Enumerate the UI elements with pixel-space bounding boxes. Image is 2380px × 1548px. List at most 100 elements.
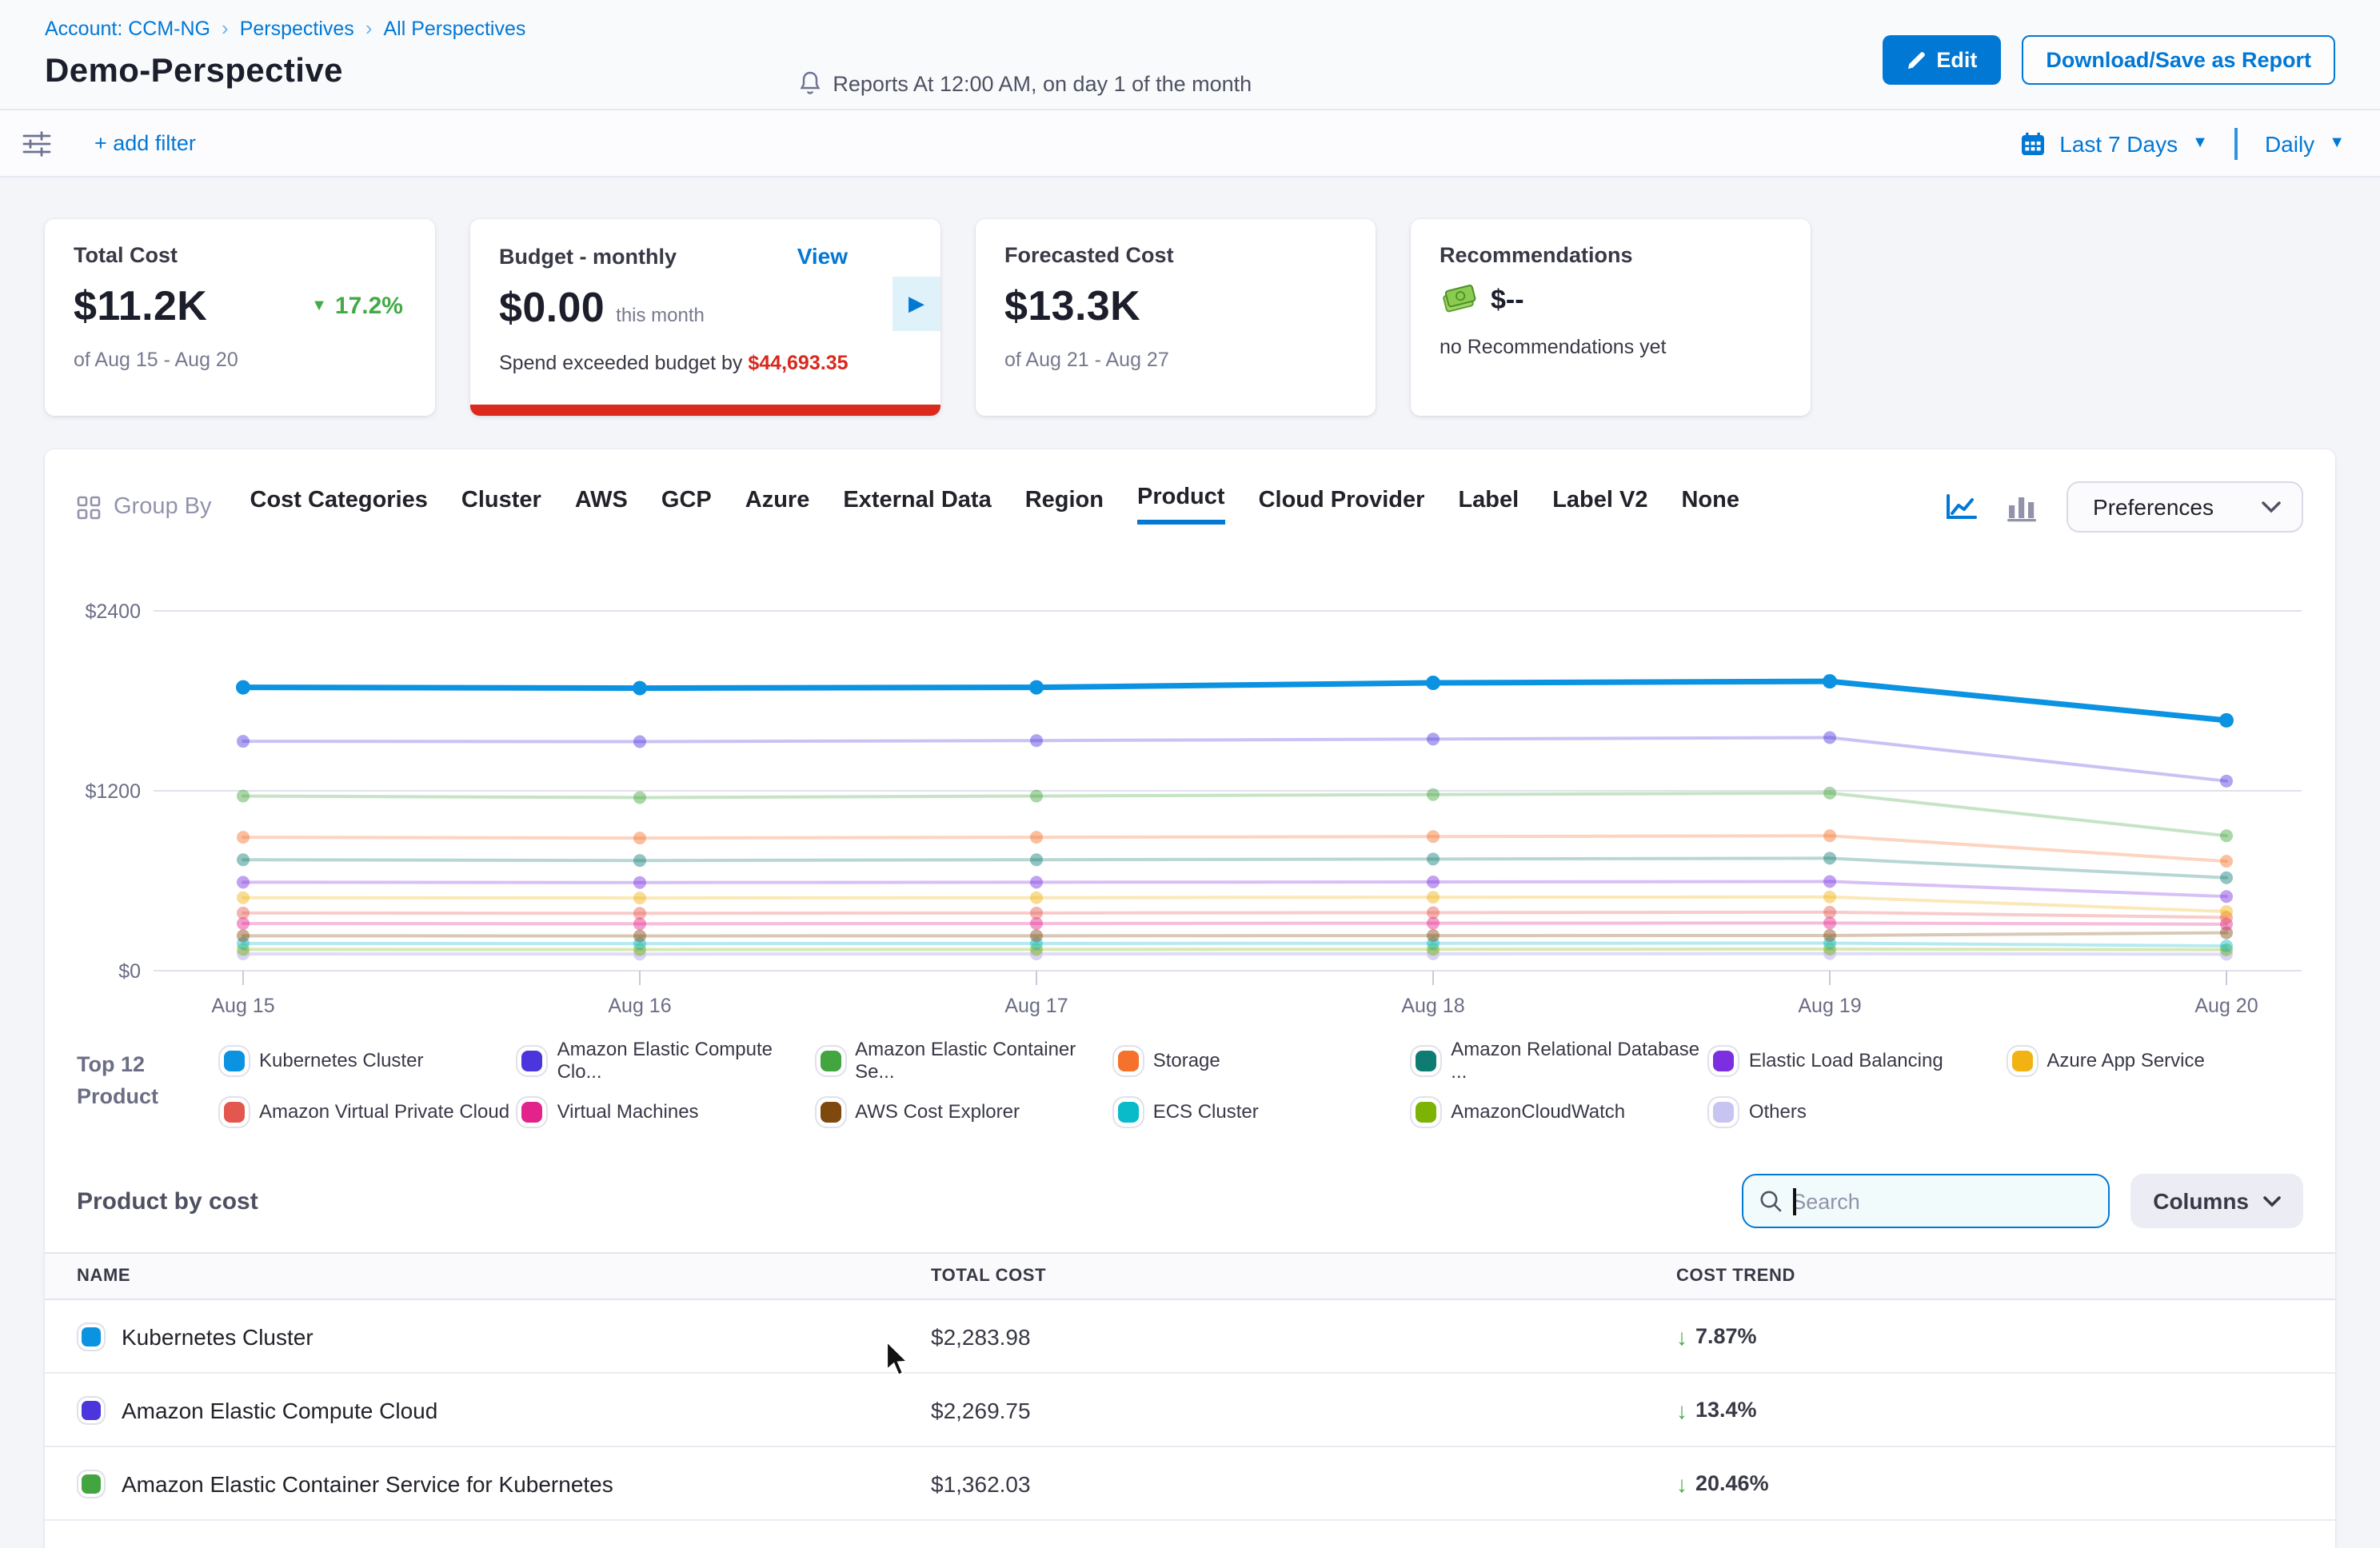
preferences-button[interactable]: Preferences [2066, 481, 2303, 533]
series-point[interactable] [1030, 907, 1043, 920]
budget-expand-button[interactable]: ▶ [892, 277, 940, 331]
series-point[interactable] [1823, 674, 1837, 688]
series-point[interactable] [237, 831, 250, 844]
column-header-cost-trend[interactable]: COST TREND [1644, 1267, 2335, 1286]
series-point[interactable] [2220, 855, 2233, 868]
column-header-total-cost[interactable]: TOTAL COST [899, 1267, 1644, 1286]
series-point[interactable] [2219, 713, 2234, 728]
breadcrumb-account[interactable]: Account: CCM-NG [45, 17, 210, 39]
series-point[interactable] [633, 736, 646, 748]
cost-trend-chart[interactable]: $0$1200$2400Aug 15Aug 16Aug 17Aug 18Aug … [77, 539, 2303, 1019]
series-point[interactable] [2220, 905, 2233, 918]
series-point[interactable] [633, 907, 646, 920]
granularity-selector[interactable]: Daily [2265, 130, 2314, 156]
series-point[interactable] [237, 907, 250, 920]
tab-cloud-provider[interactable]: Cloud Provider [1259, 487, 1425, 527]
tab-aws[interactable]: AWS [575, 487, 628, 527]
series-point[interactable] [1030, 876, 1043, 888]
line-chart-toggle-icon[interactable] [1944, 492, 1978, 522]
legend-item-ecs-cluster[interactable]: ECS Cluster [1112, 1100, 1410, 1123]
column-header-name[interactable]: NAME [45, 1267, 899, 1286]
chevron-down-icon[interactable]: ▼ [2192, 134, 2208, 152]
table-row[interactable]: Amazon Elastic Compute Cloud$2,269.75↓13… [45, 1374, 2335, 1447]
legend-item-amazon-virtual-private-cloud[interactable]: Amazon Virtual Private Cloud [218, 1100, 516, 1123]
tab-product[interactable]: Product [1137, 484, 1225, 524]
series-point[interactable] [633, 854, 646, 867]
series-point[interactable] [237, 790, 250, 803]
legend-item-storage[interactable]: Storage [1112, 1049, 1410, 1071]
tab-gcp[interactable]: GCP [661, 487, 712, 527]
columns-button[interactable]: Columns [2130, 1174, 2303, 1228]
series-point[interactable] [1426, 676, 1440, 690]
tab-external-data[interactable]: External Data [843, 487, 991, 527]
series-point[interactable] [237, 876, 250, 888]
tab-label[interactable]: Label [1458, 487, 1519, 527]
series-point[interactable] [2220, 872, 2233, 884]
series-point[interactable] [633, 791, 646, 804]
series-point[interactable] [633, 876, 646, 889]
series-point[interactable] [1427, 876, 1440, 888]
series-point[interactable] [633, 930, 646, 943]
series-point[interactable] [633, 832, 646, 844]
tab-azure[interactable]: Azure [745, 487, 810, 527]
breadcrumb-perspectives[interactable]: Perspectives [240, 17, 354, 39]
series-point[interactable] [237, 929, 250, 942]
table-row[interactable]: Amazon Elastic Container Service for Kub… [45, 1447, 2335, 1521]
series-point[interactable] [1030, 831, 1043, 844]
tab-none[interactable]: None [1681, 487, 1739, 527]
series-point[interactable] [1030, 892, 1043, 904]
date-range-selector[interactable]: Last 7 Days [2059, 130, 2178, 156]
legend-item-others[interactable]: Others [1707, 1100, 2006, 1123]
legend-item-amazon-elastic-compute-clo[interactable]: Amazon Elastic Compute Clo... [516, 1038, 814, 1083]
series-point[interactable] [1823, 731, 1836, 744]
series-point[interactable] [1030, 929, 1043, 942]
legend-item-virtual-machines[interactable]: Virtual Machines [516, 1100, 814, 1123]
legend-item-kubernetes-cluster[interactable]: Kubernetes Cluster [218, 1049, 516, 1071]
series-point[interactable] [1427, 732, 1440, 745]
legend-item-elastic-load-balancing[interactable]: Elastic Load Balancing [1707, 1049, 2006, 1071]
tab-cluster[interactable]: Cluster [461, 487, 541, 527]
series-point[interactable] [237, 853, 250, 866]
table-row[interactable]: Kubernetes Cluster$2,283.98↓7.87% [45, 1300, 2335, 1374]
tab-region[interactable]: Region [1025, 487, 1104, 527]
series-point[interactable] [1030, 790, 1043, 803]
series-point[interactable] [236, 680, 250, 695]
series-point[interactable] [237, 735, 250, 748]
series-point[interactable] [633, 892, 646, 904]
series-point[interactable] [1823, 875, 1836, 888]
series-point[interactable] [1823, 787, 1836, 800]
legend-item-amazon-elastic-container-se[interactable]: Amazon Elastic Container Se... [813, 1038, 1112, 1083]
budget-view-link[interactable]: View [797, 243, 848, 269]
series-point[interactable] [1427, 852, 1440, 865]
breadcrumb-all-perspectives[interactable]: All Perspectives [384, 17, 526, 39]
download-save-report-button[interactable]: Download/Save as Report [2022, 35, 2335, 85]
series-point[interactable] [1823, 852, 1836, 864]
tab-label-v2[interactable]: Label V2 [1552, 487, 1647, 527]
series-point[interactable] [1427, 830, 1440, 843]
series-point[interactable] [1823, 929, 1836, 942]
series-point[interactable] [237, 892, 250, 904]
edit-button[interactable]: Edit [1882, 35, 2001, 85]
series-point[interactable] [1427, 788, 1440, 801]
series-point[interactable] [1823, 891, 1836, 904]
legend-item-amazon-relational-database[interactable]: Amazon Relational Database ... [1409, 1038, 1707, 1083]
filter-sliders-icon[interactable] [22, 129, 53, 158]
series-point[interactable] [633, 681, 647, 696]
series-point[interactable] [1029, 680, 1044, 695]
add-filter-button[interactable]: + add filter [94, 131, 196, 155]
search-input[interactable] [1791, 1189, 2092, 1213]
series-point[interactable] [2220, 940, 2233, 952]
series-point[interactable] [2220, 890, 2233, 903]
series-point[interactable] [1427, 891, 1440, 904]
bar-chart-toggle-icon[interactable] [2005, 492, 2039, 522]
series-point[interactable] [2220, 829, 2233, 842]
legend-item-azure-app-service[interactable]: Azure App Service [2005, 1049, 2303, 1071]
series-point[interactable] [1030, 734, 1043, 747]
legend-item-aws-cost-explorer[interactable]: AWS Cost Explorer [813, 1100, 1112, 1123]
chevron-down-icon[interactable]: ▼ [2329, 134, 2345, 152]
series-point[interactable] [1427, 906, 1440, 919]
tab-cost-categories[interactable]: Cost Categories [250, 487, 428, 527]
series-point[interactable] [1030, 853, 1043, 866]
series-point[interactable] [1823, 906, 1836, 919]
series-point[interactable] [1823, 829, 1836, 842]
